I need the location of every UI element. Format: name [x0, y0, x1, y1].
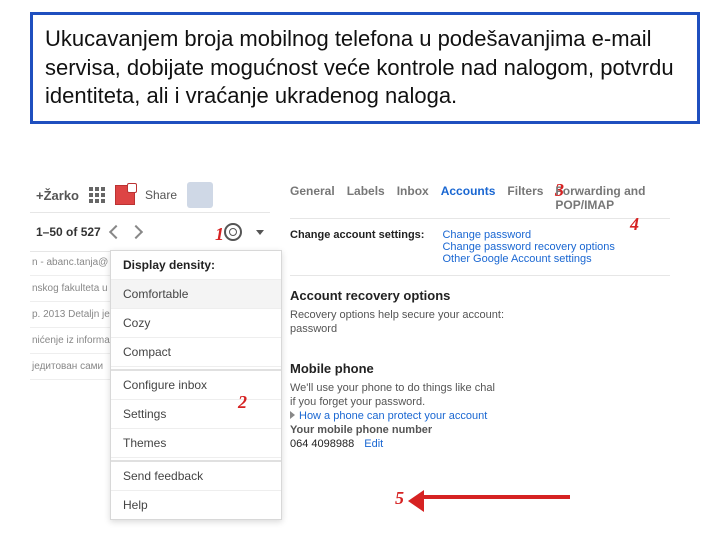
menu-item-cozy[interactable]: Cozy — [111, 309, 281, 338]
link-change-recovery[interactable]: Change password recovery options — [442, 241, 614, 253]
change-account-settings-row: Change account settings: Change password… — [290, 219, 670, 276]
tab-general[interactable]: General — [290, 184, 335, 212]
slide: Ukucavanjem broja mobilnog telefona u po… — [0, 0, 720, 540]
annotation-2: 2 — [238, 392, 247, 413]
page-range: 1–50 of 527 — [36, 225, 101, 239]
menu-item-send-feedback[interactable]: Send feedback — [111, 460, 281, 491]
recovery-desc: Recovery options help secure your accoun… — [290, 309, 670, 321]
change-settings-links: Change password Change password recovery… — [442, 229, 614, 265]
tab-filters[interactable]: Filters — [507, 184, 543, 212]
recovery-section: Account recovery options Recovery option… — [290, 276, 670, 349]
right-column: General Labels Inbox Accounts Filters Fo… — [290, 178, 670, 462]
prev-page-button[interactable] — [109, 225, 123, 239]
annotation-4: 4 — [630, 214, 639, 235]
inbox-row[interactable]: једитован сами — [30, 354, 110, 380]
tab-accounts[interactable]: Accounts — [441, 184, 496, 212]
annotation-5: 5 — [395, 488, 404, 509]
menu-item-comfortable[interactable]: Comfortable — [111, 280, 281, 309]
mobile-line1: We'll use your phone to do things like c… — [290, 382, 670, 394]
apps-icon[interactable] — [89, 187, 105, 203]
settings-tabs: General Labels Inbox Accounts Filters Fo… — [290, 178, 670, 219]
inbox-row[interactable]: n - abanc.tanja@ — [30, 250, 110, 276]
annotation-1: 1 — [215, 224, 224, 245]
gmail-topbar: +Žarko Share — [30, 178, 270, 213]
pointer-arrow — [420, 495, 570, 499]
recovery-title: Account recovery options — [290, 288, 670, 303]
inbox-row[interactable]: nićenje iz informa — [30, 328, 110, 354]
left-column: +Žarko Share 1–50 of 527 n - abanc.tanja… — [30, 178, 270, 252]
gear-chevron-down-icon[interactable] — [256, 230, 264, 235]
inbox-row[interactable]: nskog fakulteta u — [30, 276, 110, 302]
tab-forwarding[interactable]: Forwarding and POP/IMAP — [555, 184, 670, 212]
gear-icon[interactable] — [224, 223, 242, 241]
user-link[interactable]: +Žarko — [36, 188, 79, 203]
pager-row: 1–50 of 527 — [30, 213, 270, 252]
mobile-line2: if you forget your password. — [290, 396, 670, 408]
menu-item-themes[interactable]: Themes — [111, 429, 281, 458]
callout-box: Ukucavanjem broja mobilnog telefona u po… — [30, 12, 700, 124]
gear-menu: Display density: Comfortable Cozy Compac… — [110, 250, 282, 520]
phone-number-value: 064 4098988 — [290, 438, 354, 450]
mobile-title: Mobile phone — [290, 361, 670, 376]
menu-header: Display density: — [111, 251, 281, 280]
link-other-settings[interactable]: Other Google Account settings — [442, 253, 614, 265]
screenshot-area: +Žarko Share 1–50 of 527 n - abanc.tanja… — [30, 178, 670, 513]
avatar[interactable] — [187, 182, 213, 208]
share-button[interactable]: Share — [145, 188, 177, 202]
annotation-3: 3 — [555, 180, 564, 201]
recovery-password-label: password — [290, 323, 670, 335]
menu-item-compact[interactable]: Compact — [111, 338, 281, 367]
phone-number-row: 064 4098988 Edit — [290, 438, 670, 450]
change-settings-label: Change account settings: — [290, 229, 424, 241]
notifications-icon[interactable] — [115, 185, 135, 205]
menu-item-help[interactable]: Help — [111, 491, 281, 519]
mobile-section: Mobile phone We'll use your phone to do … — [290, 349, 670, 462]
link-change-password[interactable]: Change password — [442, 229, 614, 241]
disclosure-triangle-icon[interactable] — [290, 411, 295, 419]
tab-inbox[interactable]: Inbox — [397, 184, 429, 212]
menu-item-configure-inbox[interactable]: Configure inbox — [111, 369, 281, 400]
edit-phone-link[interactable]: Edit — [364, 438, 383, 450]
next-page-button[interactable] — [129, 225, 143, 239]
tab-labels[interactable]: Labels — [347, 184, 385, 212]
callout-text: Ukucavanjem broja mobilnog telefona u po… — [45, 26, 674, 108]
link-how-phone-protects[interactable]: How a phone can protect your account — [299, 410, 487, 422]
inbox-snippets: n - abanc.tanja@ nskog fakulteta u p. 20… — [30, 250, 110, 380]
inbox-row[interactable]: p. 2013 Detaljn je — [30, 302, 110, 328]
menu-item-settings[interactable]: Settings — [111, 400, 281, 429]
your-number-label: Your mobile phone number — [290, 424, 432, 436]
